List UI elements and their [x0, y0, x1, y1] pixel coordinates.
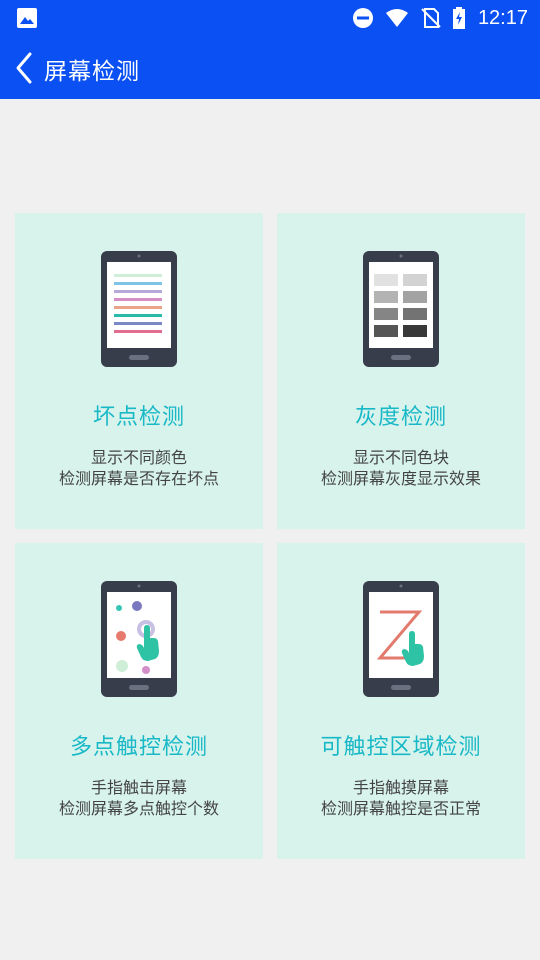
card-description: 显示不同颜色 检测屏幕是否存在坏点	[15, 447, 263, 489]
card-description: 手指触击屏幕 检测屏幕多点触控个数	[15, 777, 263, 819]
grayscale-test-card[interactable]: 灰度检测 显示不同色块 检测屏幕灰度显示效果	[277, 213, 525, 529]
chevron-left-icon[interactable]	[10, 50, 40, 86]
card-description-line1: 显示不同色块	[352, 448, 449, 467]
card-title: 多点触控检测	[69, 735, 208, 760]
battery-charging-icon	[452, 7, 465, 29]
phone-color-lines-icon	[101, 251, 177, 367]
card-description: 显示不同色块 检测屏幕灰度显示效果	[277, 447, 525, 489]
no-sim-icon	[421, 8, 441, 28]
card-description: 手指触摸屏幕 检测屏幕触控是否正常	[277, 777, 525, 819]
status-icons: 12:17	[352, 0, 528, 36]
status-bar: 12:17	[0, 0, 540, 36]
page-title: 屏幕检测	[44, 59, 140, 85]
do-not-disturb-icon	[352, 8, 373, 28]
card-title: 可触控区域检测	[320, 735, 482, 760]
clock: 12:17	[477, 6, 528, 29]
multitouch-test-card[interactable]: 多点触控检测 手指触击屏幕 检测屏幕多点触控个数	[15, 543, 263, 859]
card-title: 坏点检测	[92, 405, 185, 430]
card-description-line2: 检测屏幕多点触控个数	[58, 799, 219, 818]
touch-area-test-card[interactable]: 可触控区域检测 手指触摸屏幕 检测屏幕触控是否正常	[277, 543, 525, 859]
card-description-line1: 手指触击屏幕	[90, 778, 187, 797]
card-description-line1: 显示不同颜色	[90, 448, 187, 467]
image-icon	[17, 8, 37, 28]
phone-multitouch-icon	[101, 581, 177, 697]
card-description-line2: 检测屏幕是否存在坏点	[58, 469, 219, 488]
phone-touch-area-icon	[363, 581, 439, 697]
card-title: 灰度检测	[354, 405, 447, 430]
wifi-icon	[385, 9, 408, 27]
card-description-line2: 检测屏幕灰度显示效果	[320, 469, 481, 488]
card-description-line1: 手指触摸屏幕	[352, 778, 449, 797]
card-description-line2: 检测屏幕触控是否正常	[320, 799, 481, 818]
dead-pixel-test-card[interactable]: 坏点检测 显示不同颜色 检测屏幕是否存在坏点	[15, 213, 263, 529]
phone-gray-blocks-icon	[363, 251, 439, 367]
app-bar: 屏幕检测	[0, 36, 540, 99]
